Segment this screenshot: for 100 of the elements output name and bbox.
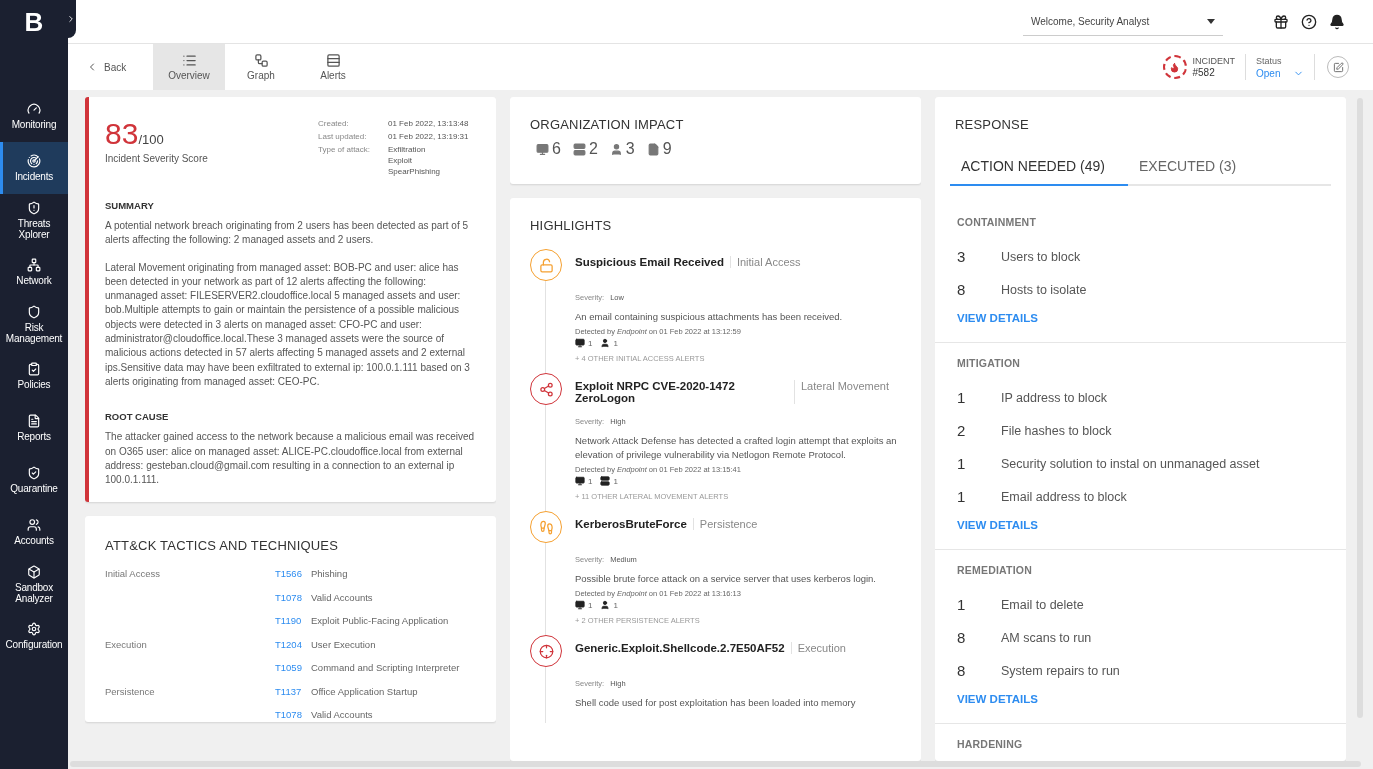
- sidebar-item[interactable]: Configuration: [0, 610, 68, 662]
- alert-category: Execution: [797, 642, 846, 654]
- technique-name: Command and Scripting Interpreter: [311, 661, 461, 675]
- action-count: 1: [957, 455, 967, 472]
- view-tab[interactable]: Overview: [153, 44, 225, 90]
- action-count: 3: [957, 248, 967, 265]
- incident-number: #582: [1192, 67, 1216, 79]
- action-count: 1: [957, 488, 967, 505]
- root-cause-text: The attacker gained access to the network because a malicious email was received on O365 user: alice on managed asset: ALICE-PC.cloudoffice.local from external address: gesteban.cloud@gmail.com resulting in a connection to an external ip 100.0.1.111.: [105, 430, 476, 488]
- alert-title: Generic.Exploit.Shellcode.2.7E50AF52: [575, 642, 792, 654]
- section-heading: MITIGATION: [957, 357, 1022, 369]
- tactic-name: Persistence: [105, 684, 156, 699]
- meta-value: Exfiltration: [388, 145, 427, 154]
- sidebar-item[interactable]: Reports: [0, 402, 68, 454]
- sidebar-item[interactable]: Accounts: [0, 506, 68, 558]
- technique-id-link[interactable]: T1078: [275, 708, 311, 722]
- response-tab[interactable]: ACTION NEEDED (49): [950, 158, 1128, 186]
- asset-count: 2: [588, 140, 598, 158]
- status-label: Status: [1256, 55, 1283, 68]
- view-tab[interactable]: Graph: [225, 44, 297, 90]
- section-heading: HARDENING: [957, 738, 1024, 750]
- action-label: IP address to block: [1001, 390, 1109, 405]
- sidebar-item[interactable]: Sandbox Analyzer: [0, 558, 68, 610]
- user-dropdown[interactable]: Welcome, Security Analyst: [1023, 7, 1223, 36]
- view-tab[interactable]: Alerts: [297, 44, 369, 90]
- meta-label: Created:: [318, 119, 350, 128]
- asset-count: 1: [588, 600, 593, 610]
- section-heading: REMEDIATION: [957, 564, 1033, 576]
- asset-count: 1: [588, 338, 593, 348]
- sidebar-item[interactable]: Monitoring: [0, 90, 68, 142]
- action-count: 8: [957, 281, 967, 298]
- meta-value: SpearPhishing: [388, 167, 442, 176]
- technique-id-link[interactable]: T1190: [275, 614, 311, 628]
- alert-title: KerberosBruteForce: [575, 518, 694, 530]
- sidebar-item[interactable]: Incidents: [0, 142, 68, 194]
- technique-name: Valid Accounts: [311, 590, 374, 605]
- section-heading: SUMMARY: [105, 200, 155, 211]
- technique-id-link[interactable]: T1137: [275, 684, 311, 699]
- alert-description: An email containing suspicious attachments has been received.: [575, 310, 844, 324]
- asset-count: 1: [613, 338, 618, 348]
- alert-title: Exploit NRPC CVE-2020-1472 ZeroLogon: [575, 380, 795, 404]
- score-label: Incident Severity Score: [105, 153, 208, 164]
- sidebar-item[interactable]: Policies: [0, 350, 68, 402]
- status-dropdown[interactable]: Open: [1256, 68, 1304, 79]
- action-label: Email to delete: [1001, 597, 1085, 612]
- summary-paragraph: A potential network breach originating from 2 users has been detected as part of 5 alerts affecting the following: 2 managed assets and 2 users.: [105, 219, 469, 248]
- technique-name: Office Application Startup: [311, 684, 419, 699]
- back-button[interactable]: Back: [86, 44, 153, 90]
- technique-name: Phishing: [311, 567, 349, 581]
- alert-description: Possible brute force attack on a service server that uses kerberos login.: [575, 572, 877, 586]
- action-count: 2: [957, 422, 967, 439]
- asset-count: 3: [625, 140, 635, 158]
- card-title: ORGANIZATION IMPACT: [530, 117, 685, 132]
- action-count: 1: [957, 389, 967, 406]
- meta-value: 01 Feb 2022, 13:13:48: [388, 119, 470, 128]
- asset-count: 1: [613, 476, 618, 486]
- action-label: Hosts to isolate: [1001, 282, 1088, 297]
- action-label: System repairs to run: [1001, 663, 1121, 678]
- action-count: 8: [957, 629, 967, 646]
- card-title: ATT&CK TACTICS AND TECHNIQUES: [105, 538, 340, 554]
- alert-category: Persistence: [699, 518, 758, 530]
- technique-id-link[interactable]: T1078: [275, 590, 311, 605]
- technique-id-link[interactable]: T1566: [275, 567, 311, 581]
- alert-category: Initial Access: [736, 256, 801, 268]
- meta-value: Exploit: [388, 156, 413, 165]
- alert-description: Shell code used for post exploitation has been loaded into memory: [575, 696, 857, 710]
- summary-paragraph: Lateral Movement originating from managed asset: BOB-PC and user: alice has been detected in your network as part of 12 alerts affecting the following: unmanaged asset: FILESERVER2.cloudoffice.local 5 managed assets and user: bob.Multiple attempts to gain or maintain the persistence of a possible malicious objects were detected in 3 alerts on managed asset: CFO-PC and user: administrator@cloudoffice.local.These 3 managed assets were the source of malicious actions detected in 57 alerts affecting 5 managed assets and 2 external ips.Sensitive data may have been exfiltrated to external ip: 100.0.1.111 based on 3 alerts originating from managed asset: CEO-PC.: [105, 260, 471, 389]
- action-label: Security solution to instal on unmanaged asset: [1001, 456, 1261, 471]
- card-title: RESPONSE: [954, 116, 1030, 132]
- score-max: /100: [138, 132, 164, 147]
- sidebar-item[interactable]: Threats Xplorer: [0, 194, 68, 246]
- technique-name: Valid Accounts: [311, 708, 374, 722]
- meta-label: Type of attack:: [318, 145, 372, 156]
- technique-id-link[interactable]: T1204: [275, 637, 311, 652]
- card-title: HIGHLIGHTS: [530, 218, 613, 233]
- sidebar-item[interactable]: Network: [0, 246, 68, 298]
- action-label: Users to block: [1001, 249, 1082, 264]
- meta-value: 01 Feb 2022, 13:19:31: [388, 132, 470, 141]
- action-label: AM scans to run: [1001, 630, 1093, 645]
- tactic-name: Initial Access: [105, 567, 161, 581]
- sidebar-item[interactable]: Risk Management: [0, 298, 68, 350]
- asset-count: 6: [552, 140, 561, 158]
- action-label: Email address to block: [1001, 489, 1128, 504]
- alert-category: Lateral Movement: [801, 380, 890, 392]
- section-heading: ROOT CAUSE: [105, 411, 170, 423]
- incident-label: INCIDENT: [1192, 55, 1235, 67]
- technique-name: Exploit Public-Facing Application: [311, 614, 450, 628]
- action-count: 1: [957, 596, 967, 613]
- technique-id-link[interactable]: T1059: [275, 661, 311, 675]
- alert-title: Suspicious Email Received: [575, 256, 731, 268]
- meta-label: Last updated:: [318, 132, 368, 141]
- asset-count: 1: [588, 476, 593, 486]
- response-tab[interactable]: EXECUTED (3): [1128, 158, 1306, 186]
- asset-count: 1: [613, 600, 618, 610]
- severity-score: 83: [105, 119, 139, 149]
- sidebar-item[interactable]: Quarantine: [0, 454, 68, 506]
- asset-count: 9: [662, 140, 672, 158]
- action-label: File hashes to block: [1001, 423, 1113, 438]
- alert-description: Network Attack Defense has detected a crafted login attempt that exploits an elevation of privilege vulnerability via Netlogon Remote Protocol.: [575, 434, 898, 462]
- logo[interactable]: B: [0, 0, 68, 44]
